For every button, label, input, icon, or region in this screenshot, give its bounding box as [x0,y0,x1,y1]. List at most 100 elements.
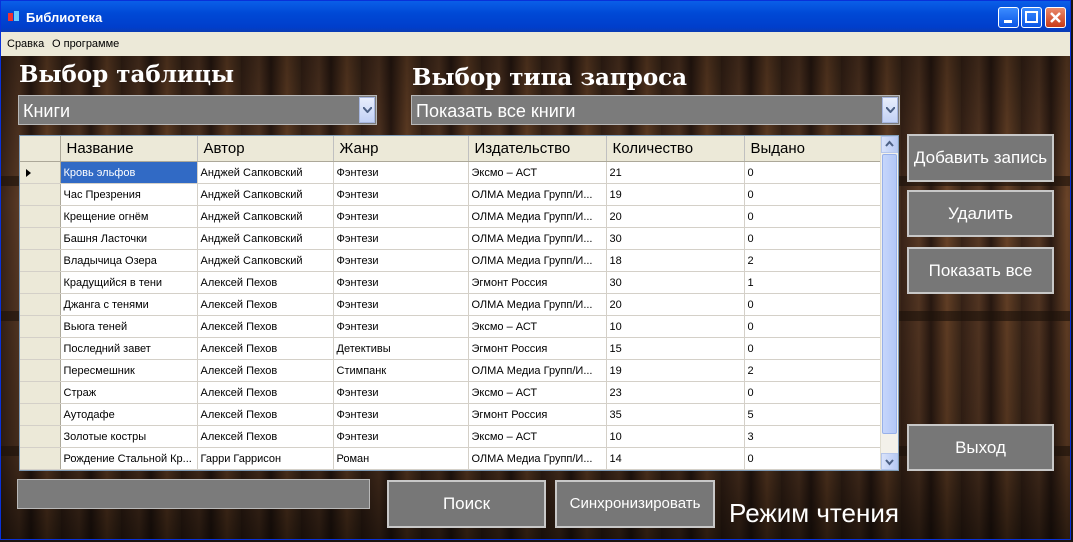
cell-title[interactable]: Крещение огнём [60,205,198,228]
row-header[interactable] [20,271,61,294]
cell-author[interactable]: Анджей Сапковский [197,205,334,228]
cell-quantity[interactable]: 35 [606,403,745,426]
cell-author[interactable]: Алексей Пехов [197,271,334,294]
cell-issued[interactable]: 0 [744,447,882,470]
cell-author[interactable]: Анджей Сапковский [197,183,334,206]
cell-genre[interactable]: Фэнтези [333,403,469,426]
cell-publisher[interactable]: ОЛМА Медиа Групп/И... [468,227,607,250]
cell-quantity[interactable]: 14 [606,447,745,470]
exit-button[interactable]: Выход [907,424,1054,471]
cell-quantity[interactable]: 19 [606,183,745,206]
cell-publisher[interactable]: Эксмо – АСТ [468,161,607,184]
cell-author[interactable]: Гарри Гаррисон [197,447,334,470]
table-row[interactable]: Страж Алексей Пехов Фэнтези Эксмо – АСТ 23 0 [20,381,882,404]
row-header[interactable] [20,381,61,404]
title-bar[interactable]: Библиотека [1,1,1070,32]
table-row[interactable]: Вьюга теней Алексей Пехов Фэнтези Эксмо – А… [20,315,882,338]
cell-author[interactable]: Алексей Пехов [197,403,334,426]
cell-publisher[interactable]: Эгмонт Россия [468,337,607,360]
cell-quantity[interactable]: 10 [606,425,745,448]
cell-issued[interactable]: 2 [744,249,882,272]
menu-item-help[interactable]: Сравка [7,38,44,50]
books-grid[interactable]: Название Автор Жанр Издательство Количес… [19,135,899,471]
table-row[interactable]: Джанга с тенями Алексей Пехов Фэнтези ОЛМА … [20,293,882,316]
row-header[interactable] [20,315,61,338]
cell-issued[interactable]: 0 [744,381,882,404]
query-select-dropdown-button[interactable] [882,97,898,123]
cell-genre[interactable]: Фэнтези [333,315,469,338]
table-row[interactable]: Башня Ласточки Анджей Сапковский Фэнтези ОЛ… [20,227,882,250]
menu-item-about[interactable]: О программе [52,38,119,50]
cell-genre[interactable]: Фэнтези [333,205,469,228]
close-button[interactable] [1045,7,1066,28]
cell-title[interactable]: Крадущийся в тени [60,271,198,294]
cell-issued[interactable]: 0 [744,161,882,184]
scroll-thumb[interactable] [882,154,897,434]
cell-publisher[interactable]: ОЛМА Медиа Групп/И... [468,205,607,228]
column-header-title[interactable]: Название [60,136,198,162]
cell-title[interactable]: Рождение Стальной Кр... [60,447,198,470]
cell-quantity[interactable]: 15 [606,337,745,360]
cell-issued[interactable]: 0 [744,337,882,360]
table-row[interactable]: Крадущийся в тени Алексей Пехов Фэнтези Эгм… [20,271,882,294]
cell-author[interactable]: Алексей Пехов [197,359,334,382]
row-header[interactable] [20,359,61,382]
cell-publisher[interactable]: Эксмо – АСТ [468,425,607,448]
cell-genre[interactable]: Роман [333,447,469,470]
search-input[interactable] [17,479,370,509]
search-button[interactable]: Поиск [387,480,546,528]
cell-quantity[interactable]: 30 [606,227,745,250]
cell-title[interactable]: Кровь эльфов [60,161,198,184]
cell-genre[interactable]: Детективы [333,337,469,360]
cell-issued[interactable]: 0 [744,315,882,338]
column-header-publisher[interactable]: Издательство [468,136,607,162]
table-row[interactable]: Кровь эльфов Анджей Сапковский Фэнтези Эксм… [20,161,882,184]
table-row[interactable]: Час Презрения Анджей Сапковский Фэнтези ОЛМ… [20,183,882,206]
scroll-up-button[interactable] [881,136,898,153]
table-select-dropdown-button[interactable] [359,97,375,123]
row-header[interactable] [20,183,61,206]
row-header[interactable] [20,337,61,360]
cell-title[interactable]: Последний завет [60,337,198,360]
cell-quantity[interactable]: 21 [606,161,745,184]
cell-issued[interactable]: 0 [744,293,882,316]
minimize-button[interactable] [998,7,1019,28]
scroll-down-button[interactable] [881,453,898,470]
row-header[interactable] [20,403,61,426]
cell-quantity[interactable]: 20 [606,293,745,316]
cell-author[interactable]: Алексей Пехов [197,315,334,338]
grid-scrollbar[interactable] [880,136,898,470]
cell-author[interactable]: Алексей Пехов [197,381,334,404]
cell-publisher[interactable]: ОЛМА Медиа Групп/И... [468,293,607,316]
row-header[interactable] [20,293,61,316]
sync-button[interactable]: Синхронизировать [555,480,715,528]
cell-title[interactable]: Золотые костры [60,425,198,448]
cell-author[interactable]: Алексей Пехов [197,337,334,360]
add-record-button[interactable]: Добавить запись [907,134,1054,182]
cell-issued[interactable]: 5 [744,403,882,426]
cell-issued[interactable]: 3 [744,425,882,448]
show-all-button[interactable]: Показать все [907,247,1054,294]
cell-issued[interactable]: 2 [744,359,882,382]
cell-author[interactable]: Алексей Пехов [197,425,334,448]
row-header[interactable] [20,447,61,470]
cell-genre[interactable]: Фэнтези [333,183,469,206]
cell-genre[interactable]: Стимпанк [333,359,469,382]
cell-title[interactable]: Час Презрения [60,183,198,206]
query-select[interactable]: Показать все книги [411,95,900,125]
table-row[interactable]: Владычица Озера Анджей Сапковский Фэнтези О… [20,249,882,272]
table-row[interactable]: Пересмешник Алексей Пехов Стимпанк ОЛМА Мед… [20,359,882,382]
table-row[interactable]: Золотые костры Алексей Пехов Фэнтези Эксмо … [20,425,882,448]
cell-publisher[interactable]: ОЛМА Медиа Групп/И... [468,249,607,272]
maximize-button[interactable] [1021,7,1042,28]
column-header-quantity[interactable]: Количество [606,136,745,162]
cell-publisher[interactable]: Эгмонт Россия [468,403,607,426]
cell-quantity[interactable]: 10 [606,315,745,338]
delete-button[interactable]: Удалить [907,190,1054,237]
cell-quantity[interactable]: 20 [606,205,745,228]
cell-quantity[interactable]: 23 [606,381,745,404]
cell-title[interactable]: Джанга с тенями [60,293,198,316]
cell-issued[interactable]: 0 [744,183,882,206]
cell-publisher[interactable]: Эгмонт Россия [468,271,607,294]
column-header-author[interactable]: Автор [197,136,334,162]
